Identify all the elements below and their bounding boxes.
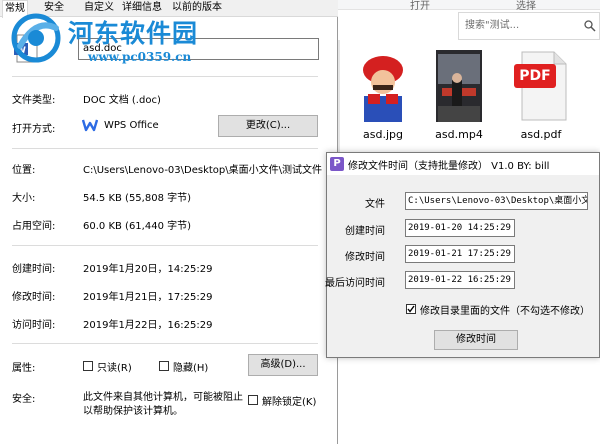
modified-label: 修改时间: [12, 292, 56, 303]
unblock-label: 解除锁定(K) [262, 397, 317, 408]
file-item-pdf[interactable]: PDF asd.pdf [506, 50, 576, 146]
app-icon: P [330, 157, 344, 171]
security-label: 安全: [12, 394, 36, 405]
security-warning-line-1: 此文件来自其他计算机，可能被阻止 [83, 392, 243, 403]
location-label: 位置: [12, 165, 36, 176]
unblock-checkbox[interactable] [248, 395, 258, 405]
hidden-label: 隐藏(H) [173, 363, 209, 374]
file-item-mp4[interactable]: asd.mp4 [424, 50, 494, 146]
watermark-url: www.pc0359.cn [88, 50, 192, 64]
watermark-logo [11, 13, 61, 63]
accessed-value: 2019年1月22日，16:25:29 [83, 320, 213, 331]
attributes-label: 属性: [12, 363, 36, 374]
file-path-label: 文件 [365, 199, 385, 210]
divider [12, 245, 318, 246]
file-name: asd.pdf [520, 128, 562, 141]
location-value: C:\Users\Lenovo-03\Desktop\桌面小文件\测试文件 [83, 165, 322, 176]
file-type-label: 文件类型: [12, 95, 56, 106]
divider [12, 148, 318, 149]
file-item-jpg[interactable]: asd.jpg [348, 50, 418, 146]
size-on-disk-value: 60.0 KB (61,440 字节) [83, 221, 192, 232]
divider [12, 76, 318, 77]
file-name: asd.mp4 [435, 128, 483, 141]
file-path-input[interactable]: C:\Users\Lenovo-03\Desktop\桌面小文件 [405, 192, 588, 210]
modified-time-input[interactable]: 2019-01-21 17:25:29 [405, 245, 515, 263]
created-time-input[interactable]: 2019-01-20 14:25:29 [405, 219, 515, 237]
window-title: 修改文件时间（支持批量修改） V1.0 BY: bill [348, 161, 550, 172]
last-access-time-label: 最后访问时间 [325, 278, 385, 289]
file-type-value: DOC 文档 (.doc) [83, 95, 161, 106]
modified-time-label: 修改时间 [345, 252, 385, 263]
size-value: 54.5 KB (55,808 字节) [83, 193, 192, 204]
ribbon-open-group[interactable]: 打开 [410, 0, 430, 12]
readonly-label: 只读(R) [97, 363, 132, 374]
open-with-label: 打开方式: [12, 124, 56, 135]
hidden-checkbox[interactable] [159, 361, 169, 371]
watermark-title: 河东软件园 [68, 19, 199, 48]
jpg-thumbnail-icon [354, 50, 412, 122]
pdf-badge: PDF [519, 68, 551, 84]
security-warning-line-2: 以帮助保护该计算机。 [83, 406, 183, 417]
ribbon-select-group[interactable]: 选择 [516, 0, 536, 12]
modify-time-button[interactable]: 修改时间 [434, 330, 518, 350]
change-button[interactable]: 更改(C)... [218, 115, 318, 137]
divider [12, 343, 318, 344]
explorer-ribbon: 打开 选择 [338, 0, 600, 12]
last-access-time-input[interactable]: 2019-01-22 16:25:29 [405, 271, 515, 289]
advanced-button[interactable]: 高级(D)... [248, 354, 318, 376]
file-name: asd.jpg [363, 128, 403, 141]
wps-office-icon [82, 119, 98, 132]
include-subfolder-label: 修改目录里面的文件（不勾选不修改） [420, 306, 590, 317]
modified-value: 2019年1月21日，17:25:29 [83, 292, 213, 303]
accessed-label: 访问时间: [12, 320, 56, 331]
open-with-value: WPS Office [104, 120, 159, 131]
include-subfolder-checkbox[interactable] [406, 304, 416, 314]
tool-title-bar: P 修改文件时间（支持批量修改） V1.0 BY: bill [327, 153, 599, 175]
created-time-label: 创建时间 [345, 226, 385, 237]
search-input[interactable]: 搜索"测试... [458, 12, 600, 40]
size-label: 大小: [12, 193, 36, 204]
created-value: 2019年1月20日，14:25:29 [83, 264, 213, 275]
checkmark-icon [407, 305, 415, 313]
size-on-disk-label: 占用空间: [12, 221, 56, 232]
mp4-thumbnail-icon [436, 50, 482, 122]
search-icon[interactable] [584, 20, 596, 32]
modify-time-tool-window: P 修改文件时间（支持批量修改） V1.0 BY: bill 文件 C:\Use… [325, 152, 600, 358]
watermark: 河东软件园 www.pc0359.cn [6, 8, 236, 74]
readonly-checkbox[interactable] [83, 361, 93, 371]
created-label: 创建时间: [12, 264, 56, 275]
